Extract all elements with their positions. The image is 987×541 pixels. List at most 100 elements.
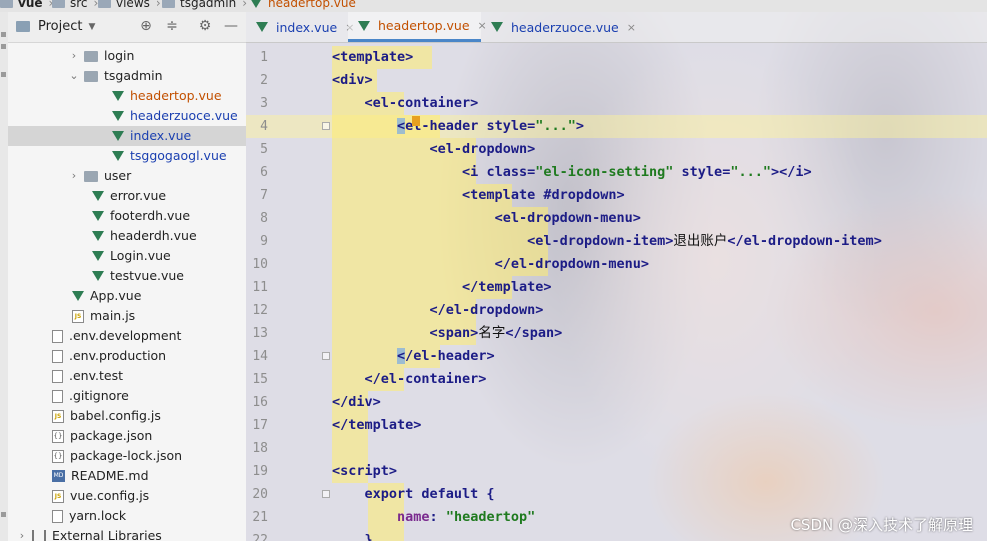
chevron-down-icon: ▼ bbox=[88, 21, 96, 32]
chevron-down-icon[interactable]: ⌄ bbox=[68, 66, 80, 86]
tree-item-env-test[interactable]: .env.test bbox=[52, 366, 123, 386]
navigation-breadcrumb: vue › src › views › tsgadmin › headertop.vue bbox=[0, 0, 987, 12]
tree-item-footerdh[interactable]: footerdh.vue bbox=[92, 206, 190, 226]
project-panel: Project ▼ ⊕ ≑ ⚙ — › login ⌄ tsgadmin heade… bbox=[8, 12, 247, 541]
tree-item-label: yarn.lock bbox=[69, 508, 127, 523]
tree-item-label: vue.config.js bbox=[70, 488, 150, 503]
tree-item-main-js[interactable]: JS main.js bbox=[72, 306, 135, 326]
code-line-1: <template> bbox=[332, 46, 413, 69]
code-token: <el-dropdown> bbox=[429, 141, 536, 157]
code-line-19: <script> bbox=[332, 460, 397, 483]
code-line-16: </div> bbox=[332, 391, 381, 414]
tree-item-login[interactable]: › login bbox=[68, 46, 135, 66]
json-file-icon: {} bbox=[52, 429, 64, 443]
tree-item-tsgadmin[interactable]: ⌄ tsgadmin bbox=[68, 66, 163, 86]
collapse-all-icon[interactable]: ≑ bbox=[164, 18, 180, 34]
tree-item-label: tsgadmin bbox=[104, 68, 163, 83]
tree-item-login-vue[interactable]: Login.vue bbox=[92, 246, 171, 266]
folder-icon bbox=[84, 70, 98, 82]
breadcrumb-item-tsgadmin[interactable]: tsgadmin › bbox=[162, 0, 247, 10]
code-line-15: </el-container> bbox=[332, 368, 487, 391]
tree-item-testvue[interactable]: testvue.vue bbox=[92, 266, 184, 286]
tree-item-user[interactable]: › user bbox=[68, 166, 131, 186]
tree-item-env-production[interactable]: .env.production bbox=[52, 346, 166, 366]
text-file-icon bbox=[52, 329, 63, 343]
minimize-icon[interactable]: — bbox=[223, 18, 239, 34]
tree-item-gitignore[interactable]: .gitignore bbox=[52, 386, 129, 406]
library-icon bbox=[32, 530, 46, 541]
locate-icon[interactable]: ⊕ bbox=[138, 18, 154, 34]
structure-tool-icon[interactable] bbox=[1, 72, 6, 77]
tree-item-tsggogaogl[interactable]: tsggogaogl.vue bbox=[112, 146, 227, 166]
vue-icon bbox=[92, 251, 104, 261]
project-tool-icon[interactable] bbox=[1, 44, 6, 49]
tree-item-env-development[interactable]: .env.development bbox=[52, 326, 181, 346]
tree-item-vue-config[interactable]: JS vue.config.js bbox=[52, 486, 149, 506]
text-file-icon bbox=[52, 349, 63, 363]
code-token: "..." bbox=[730, 164, 771, 180]
tree-item-headerzuoce[interactable]: headerzuoce.vue bbox=[112, 106, 238, 126]
json-file-icon: {} bbox=[52, 449, 64, 463]
chevron-right-icon[interactable]: › bbox=[68, 166, 80, 186]
breadcrumb-item-views[interactable]: views › bbox=[98, 0, 161, 10]
tree-item-label: testvue.vue bbox=[110, 268, 184, 283]
tree-item-app[interactable]: App.vue bbox=[72, 286, 141, 306]
tree-item-babel-config[interactable]: JS babel.config.js bbox=[52, 406, 161, 426]
tree-item-package-lock-json[interactable]: {} package-lock.json bbox=[52, 446, 182, 466]
tree-item-headertop[interactable]: headertop.vue bbox=[112, 86, 222, 106]
code-token: <template> bbox=[332, 49, 414, 65]
tree-item-label: main.js bbox=[90, 308, 136, 323]
tree-item-headerdh[interactable]: headerdh.vue bbox=[92, 226, 197, 246]
code-token: style bbox=[486, 118, 528, 134]
vue-icon bbox=[112, 111, 124, 121]
code-token: </template> bbox=[462, 279, 552, 295]
code-area[interactable]: <template> <div> <el-container> <el-head… bbox=[246, 12, 987, 541]
code-token: "..." bbox=[535, 118, 576, 134]
code-token: </el-dropdown> bbox=[429, 302, 544, 318]
chevron-right-icon[interactable]: › bbox=[68, 46, 80, 66]
chevron-right-icon[interactable]: › bbox=[16, 526, 28, 541]
code-token: </template> bbox=[332, 417, 422, 433]
breadcrumb-item-headertop[interactable]: headertop.vue bbox=[250, 0, 356, 10]
breadcrumb-label: src bbox=[70, 0, 88, 10]
project-tool-icon[interactable] bbox=[1, 32, 6, 37]
breadcrumb-item-vue[interactable]: vue › bbox=[0, 0, 53, 10]
matched-bracket: < bbox=[397, 348, 406, 364]
tree-item-yarn-lock[interactable]: yarn.lock bbox=[52, 506, 126, 526]
breadcrumb-label: views bbox=[116, 0, 150, 10]
code-token: <div> bbox=[332, 72, 373, 88]
vue-icon bbox=[250, 0, 262, 8]
code-line-4: <el-header style="..."> bbox=[397, 118, 585, 134]
tree-item-label: External Libraries bbox=[52, 528, 162, 541]
favorites-tool-icon[interactable] bbox=[1, 512, 6, 517]
code-line-5: <el-dropdown> bbox=[332, 138, 536, 161]
gear-icon[interactable]: ⚙ bbox=[197, 18, 213, 34]
code-editor[interactable]: index.vue× headertop.vue× headerzuoce.vu… bbox=[246, 12, 987, 541]
tree-item-error[interactable]: error.vue bbox=[92, 186, 166, 206]
folder-icon bbox=[84, 170, 98, 182]
tree-item-external-libraries[interactable]: › External Libraries bbox=[16, 526, 162, 541]
code-line-17: </template> bbox=[332, 414, 421, 437]
vue-icon bbox=[112, 151, 124, 161]
code-line-8: <el-dropdown-menu> bbox=[332, 207, 641, 230]
code-line-11: </template> bbox=[332, 276, 551, 299]
vue-icon bbox=[92, 231, 104, 241]
code-token: <el-dropdown-menu> bbox=[494, 210, 641, 226]
tree-item-package-json[interactable]: {} package.json bbox=[52, 426, 152, 446]
tree-item-index[interactable]: index.vue bbox=[8, 126, 246, 146]
javascript-file-icon: JS bbox=[52, 489, 64, 503]
code-line-14: </el-header> bbox=[332, 345, 495, 368]
breadcrumb-item-src[interactable]: src › bbox=[52, 0, 98, 10]
code-token: /el-header> bbox=[405, 348, 495, 364]
tree-item-label: headerdh.vue bbox=[110, 228, 197, 243]
code-token: <el-dropdown-item> bbox=[527, 233, 674, 249]
project-view-selector[interactable]: Project ▼ bbox=[16, 19, 95, 34]
code-line-20: export default { bbox=[332, 483, 495, 506]
separator-icon: › bbox=[155, 0, 161, 10]
tree-item-label: footerdh.vue bbox=[110, 208, 191, 223]
tree-item-readme[interactable]: MD README.md bbox=[52, 466, 149, 486]
breadcrumb-label: headertop.vue bbox=[268, 0, 356, 10]
tree-item-label: headerzuoce.vue bbox=[130, 108, 238, 123]
code-line-13: <span>名字</span> bbox=[332, 322, 563, 345]
code-token: export default { bbox=[364, 486, 495, 502]
